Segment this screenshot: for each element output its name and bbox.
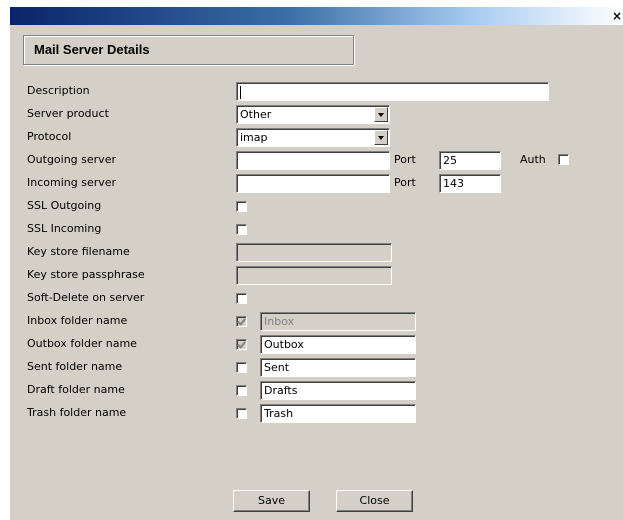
- header-panel: Mail Server Details: [23, 35, 354, 65]
- protocol-select[interactable]: imap: [236, 128, 390, 147]
- outgoing-port-input[interactable]: 25: [439, 151, 501, 170]
- key-store-passphrase-label: Key store passphrase: [27, 268, 145, 281]
- auth-checkbox[interactable]: [558, 154, 569, 165]
- outgoing-port-label: Port: [394, 153, 416, 166]
- save-button[interactable]: Save: [233, 490, 310, 512]
- incoming-server-label: Incoming server: [27, 176, 117, 189]
- outbox-folder-input[interactable]: Outbox: [260, 335, 416, 354]
- key-store-filename-input: [236, 243, 392, 262]
- sent-folder-label: Sent folder name: [27, 360, 123, 373]
- soft-delete-label: Soft-Delete on server: [27, 291, 145, 304]
- auth-label: Auth: [520, 153, 546, 166]
- ssl-incoming-checkbox[interactable]: [236, 224, 247, 235]
- draft-folder-input[interactable]: Drafts: [260, 381, 416, 400]
- key-store-passphrase-input: [236, 266, 392, 285]
- trash-folder-input[interactable]: Trash: [260, 404, 416, 423]
- description-label: Description: [27, 84, 90, 97]
- incoming-port-input[interactable]: 143: [439, 174, 501, 193]
- inbox-checkbox: [236, 316, 247, 327]
- outgoing-server-label: Outgoing server: [27, 153, 116, 166]
- description-input[interactable]: [236, 82, 549, 101]
- server-product-select[interactable]: Other: [236, 105, 390, 124]
- draft-folder-label: Draft folder name: [27, 383, 125, 396]
- sent-checkbox[interactable]: [236, 362, 247, 373]
- chevron-down-icon[interactable]: [374, 130, 388, 145]
- key-store-filename-label: Key store filename: [27, 245, 130, 258]
- draft-checkbox[interactable]: [236, 385, 247, 396]
- outbox-checkbox: [236, 339, 247, 350]
- outbox-folder-label: Outbox folder name: [27, 337, 137, 350]
- trash-folder-label: Trash folder name: [27, 406, 127, 419]
- incoming-server-input[interactable]: [236, 174, 390, 193]
- text-caret: [240, 85, 241, 99]
- sent-folder-input[interactable]: Sent: [260, 358, 416, 377]
- soft-delete-checkbox[interactable]: [236, 293, 247, 304]
- inbox-folder-label: Inbox folder name: [27, 314, 128, 327]
- outgoing-server-input[interactable]: [236, 151, 390, 170]
- incoming-port-label: Port: [394, 176, 416, 189]
- trash-checkbox[interactable]: [236, 408, 247, 419]
- page-title: Mail Server Details: [34, 42, 150, 57]
- inbox-folder-input: Inbox: [260, 312, 416, 331]
- mail-server-dialog: × Mail Server Details Description Server…: [10, 7, 623, 520]
- ssl-outgoing-label: SSL Outgoing: [27, 199, 102, 212]
- server-product-label: Server product: [27, 107, 109, 120]
- chevron-down-icon[interactable]: [374, 107, 388, 122]
- title-bar: ×: [10, 7, 623, 25]
- protocol-label: Protocol: [27, 130, 72, 143]
- ssl-outgoing-checkbox[interactable]: [236, 201, 247, 212]
- close-button[interactable]: Close: [336, 490, 413, 512]
- close-icon[interactable]: ×: [611, 7, 623, 25]
- ssl-incoming-label: SSL Incoming: [27, 222, 102, 235]
